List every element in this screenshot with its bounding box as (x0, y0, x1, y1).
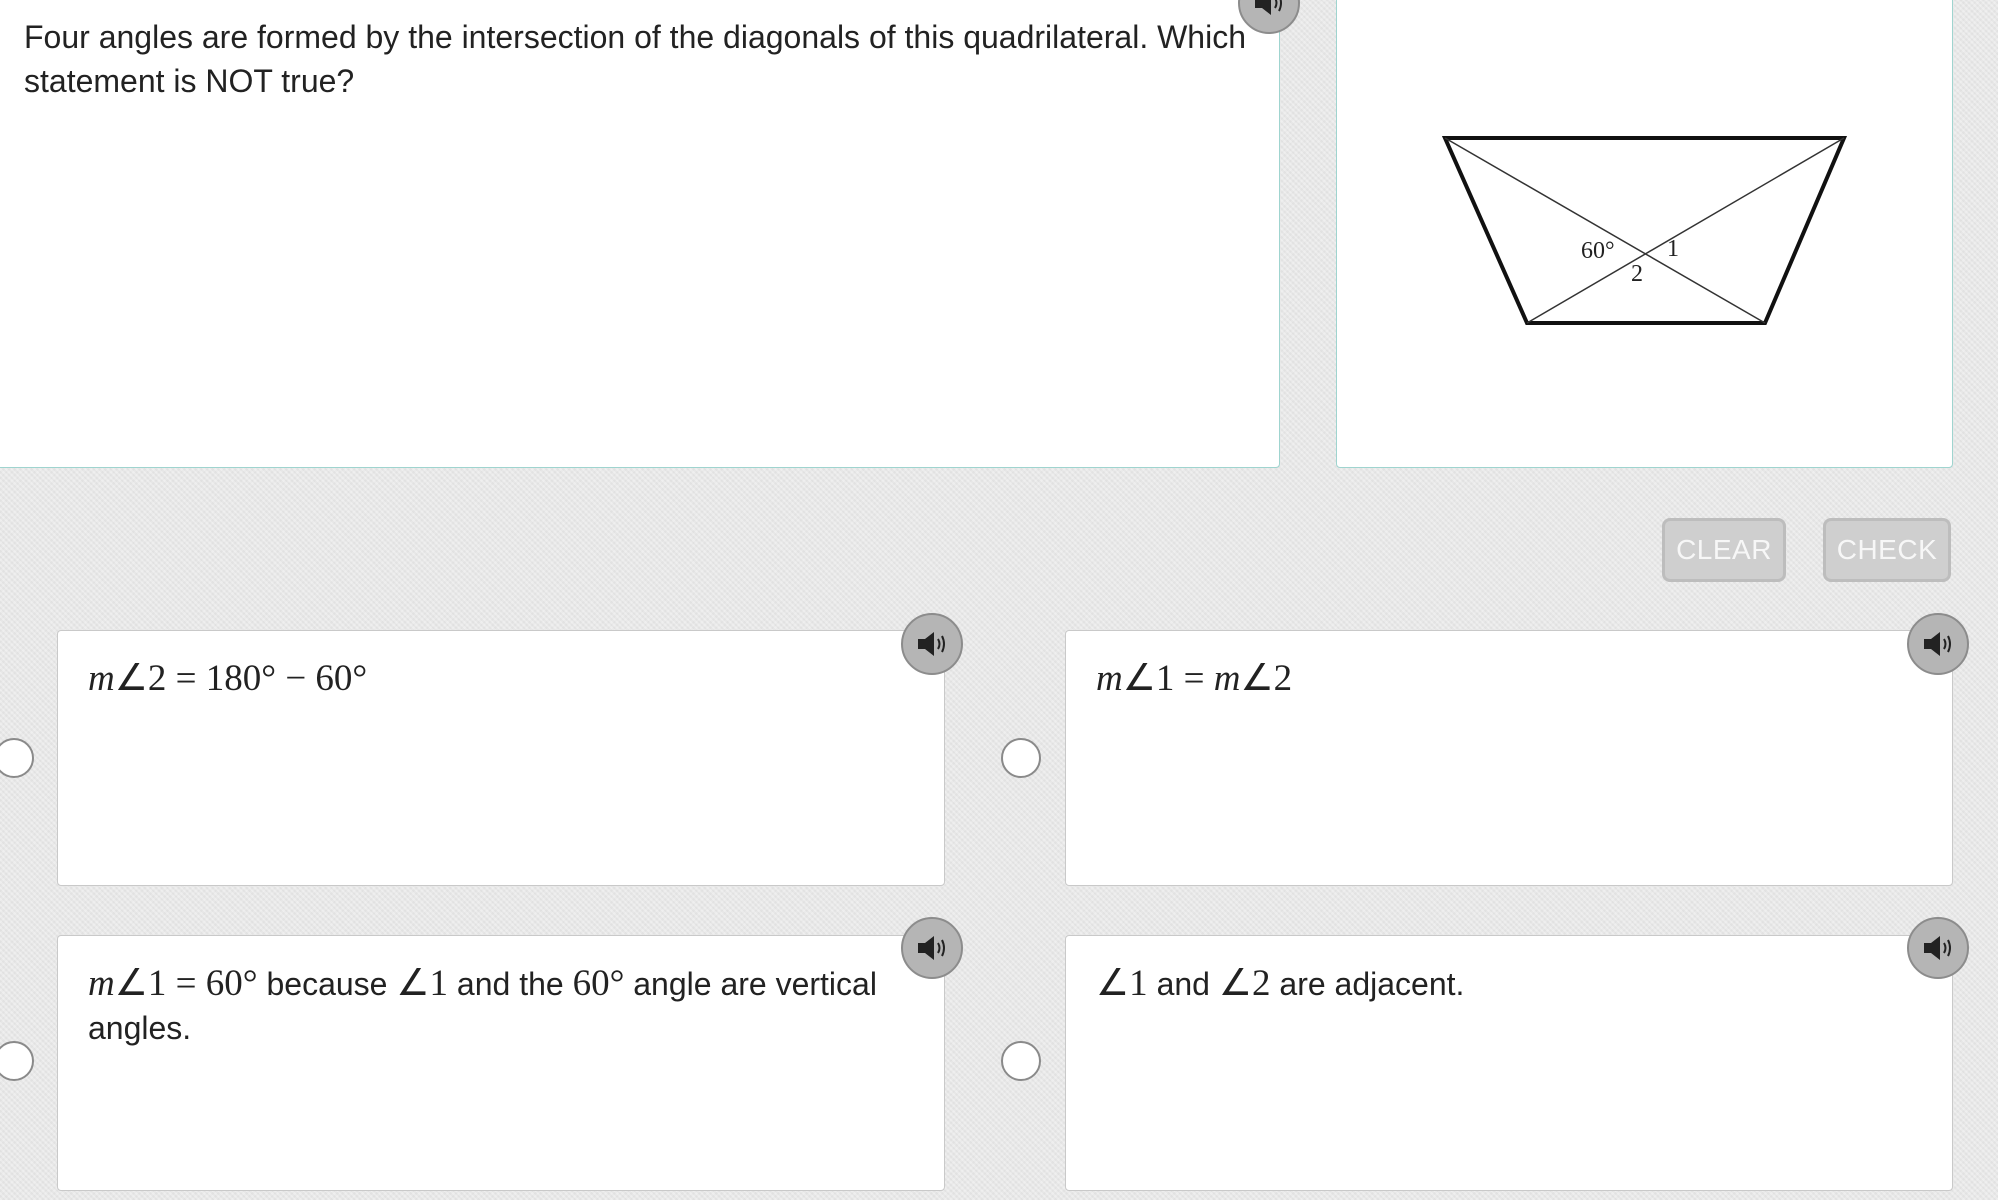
figure-panel: 60° 1 2 (1336, 0, 1953, 468)
choice-text-fragment: and the (448, 966, 573, 1002)
choice-a-radio[interactable] (0, 738, 34, 778)
choice-text-fragment: because (257, 966, 397, 1002)
math-text: ∠1 = 60° (114, 963, 258, 1004)
choice-d-radio[interactable] (1001, 1041, 1041, 1081)
choice-c-card[interactable]: m∠1 = 60° because ∠1 and the 60° angle a… (57, 935, 945, 1191)
speaker-icon (1255, 0, 1282, 15)
speaker-icon (1924, 936, 1951, 960)
choice-c-text: m∠1 = 60° because ∠1 and the 60° angle a… (88, 962, 904, 1050)
choice-b-text: m∠1 = m∠2 (1096, 657, 1912, 701)
math-variable: m (88, 963, 115, 1004)
clear-button[interactable]: CLEAR (1662, 518, 1786, 582)
choice-c-radio[interactable] (0, 1041, 34, 1081)
angle-label-1: 1 (1667, 236, 1679, 262)
choice-d-audio-button[interactable] (1907, 917, 1969, 979)
angle-label-60: 60° (1581, 238, 1615, 264)
speaker-icon (1924, 632, 1951, 656)
math-text: ∠2 (1218, 963, 1271, 1004)
choice-b-audio-button[interactable] (1907, 613, 1969, 675)
trapezoid-shape (1441, 136, 1848, 325)
choice-b-card[interactable]: m∠1 = m∠2 (1065, 630, 1953, 886)
diagonal-line (1526, 137, 1845, 324)
math-expression: m∠1 = 60° (88, 963, 258, 1004)
math-text: ∠1 = (1122, 658, 1214, 699)
math-text: 60° (572, 963, 625, 1004)
choice-a-card[interactable]: m∠2 = 180° − 60° (57, 630, 945, 886)
math-expression: m∠1 = m∠2 (1096, 658, 1292, 699)
angle-label-2: 2 (1631, 261, 1643, 287)
trapezoid-diagram: 60° 1 2 (1441, 136, 1848, 325)
choice-a-text: m∠2 = 180° − 60° (88, 657, 904, 701)
math-text: ∠2 (1240, 658, 1293, 699)
math-text: ∠1 (396, 963, 449, 1004)
choice-c-audio-button[interactable] (901, 917, 963, 979)
choice-text-fragment: and (1147, 966, 1219, 1002)
speaker-icon (918, 632, 945, 656)
math-text: ∠2 = 180° − 60° (114, 658, 368, 699)
speaker-icon (918, 936, 945, 960)
choice-d-card[interactable]: ∠1 and ∠2 are adjacent. (1065, 935, 1953, 1191)
diagonal-line (1444, 137, 1766, 324)
math-expression: m∠2 = 180° − 60° (88, 658, 367, 699)
check-button[interactable]: CHECK (1823, 518, 1951, 582)
math-variable: m (88, 658, 115, 699)
choice-a-audio-button[interactable] (901, 613, 963, 675)
math-text: ∠1 (1096, 963, 1148, 1004)
question-panel: Four angles are formed by the intersecti… (0, 0, 1280, 468)
question-text: Four angles are formed by the intersecti… (24, 19, 1246, 99)
choice-d-text: ∠1 and ∠2 are adjacent. (1096, 962, 1912, 1006)
math-variable: m (1096, 658, 1123, 699)
math-variable: m (1213, 658, 1241, 699)
choice-b-radio[interactable] (1001, 738, 1041, 778)
choice-text-fragment: are adjacent. (1270, 966, 1465, 1002)
